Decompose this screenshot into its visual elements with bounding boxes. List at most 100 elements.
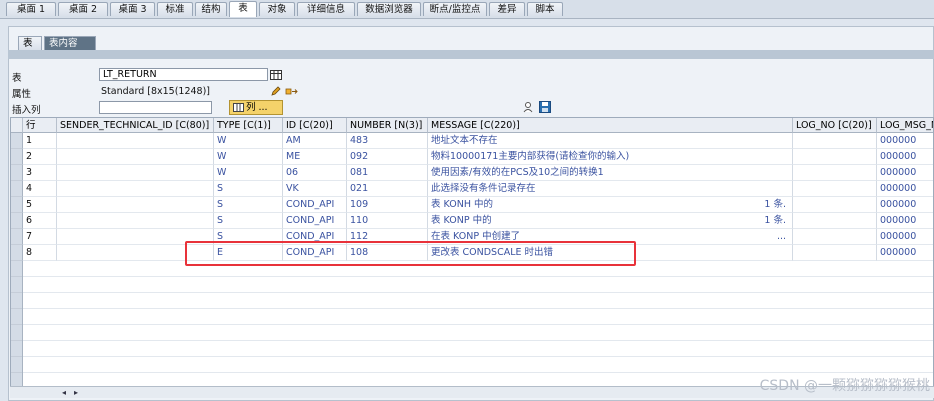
type-cell[interactable]: W xyxy=(214,133,283,149)
tab-breakpoints[interactable]: 断点/监控点 xyxy=(423,2,487,16)
table-label: 表 xyxy=(12,73,22,84)
tab-desktop-3[interactable]: 桌面 3 xyxy=(110,2,155,16)
log-msg-no-cell[interactable]: 000000 xyxy=(877,149,933,165)
type-cell[interactable]: S xyxy=(214,181,283,197)
sender-cell[interactable] xyxy=(57,197,214,213)
id-cell[interactable]: VK xyxy=(283,181,347,197)
id-cell[interactable]: ME xyxy=(283,149,347,165)
pencil-icon[interactable] xyxy=(270,85,282,97)
number-cell[interactable]: 021 xyxy=(347,181,428,197)
message-text: 表 KONH 中的 xyxy=(431,199,493,210)
log-no-cell[interactable] xyxy=(793,245,877,261)
id-cell[interactable]: 06 xyxy=(283,165,347,181)
tab-standard[interactable]: 标准 xyxy=(157,2,193,16)
col-header-type[interactable]: TYPE [C(1)] xyxy=(214,118,283,133)
number-cell[interactable]: 110 xyxy=(347,213,428,229)
sender-cell[interactable] xyxy=(57,213,214,229)
row-number: 2 xyxy=(23,149,57,165)
person-icon[interactable] xyxy=(522,101,534,113)
sender-cell[interactable] xyxy=(57,133,214,149)
id-cell[interactable]: COND_API xyxy=(283,213,347,229)
scroll-right-icon[interactable]: ▸ xyxy=(74,388,78,397)
log-msg-no-cell[interactable]: 000000 xyxy=(877,197,933,213)
log-msg-no-cell[interactable]: 000000 xyxy=(877,229,933,245)
id-cell[interactable]: AM xyxy=(283,133,347,149)
col-header-message[interactable]: MESSAGE [C(220)] xyxy=(428,118,793,133)
log-no-cell[interactable] xyxy=(793,197,877,213)
message-cell[interactable]: 此选择没有条件记录存在 xyxy=(428,181,793,197)
tab-object[interactable]: 对象 xyxy=(259,2,295,16)
message-cell[interactable]: 表 KONH 中的 1 条. xyxy=(428,197,793,213)
scroll-left-icon[interactable]: ◂ xyxy=(62,388,66,397)
insert-column-input[interactable] xyxy=(99,101,212,114)
row-selector[interactable] xyxy=(11,213,23,229)
log-no-cell[interactable] xyxy=(793,229,877,245)
log-no-cell[interactable] xyxy=(793,181,877,197)
message-cell[interactable]: 物料10000171主要内部获得(请检查你的输入) xyxy=(428,149,793,165)
col-header-id[interactable]: ID [C(20)] xyxy=(283,118,347,133)
number-cell[interactable]: 092 xyxy=(347,149,428,165)
tab-desktop-2[interactable]: 桌面 2 xyxy=(58,2,108,16)
object-icon[interactable] xyxy=(285,85,298,97)
number-cell[interactable]: 483 xyxy=(347,133,428,149)
log-msg-no-cell[interactable]: 000000 xyxy=(877,213,933,229)
number-cell[interactable]: 109 xyxy=(347,197,428,213)
col-header-log-msg-no[interactable]: LOG_MSG_NO xyxy=(877,118,933,133)
log-no-cell[interactable] xyxy=(793,149,877,165)
type-cell[interactable]: W xyxy=(214,165,283,181)
empty-row-selectors xyxy=(11,261,23,386)
tab-diff[interactable]: 差异 xyxy=(489,2,525,16)
message-tail: 1 条. xyxy=(764,199,786,210)
tab-data-browser[interactable]: 数据浏览器 xyxy=(357,2,421,16)
row-selector[interactable] xyxy=(11,229,23,245)
table-name-input[interactable]: LT_RETURN xyxy=(99,68,268,81)
table-grid-icon[interactable] xyxy=(270,69,282,81)
row-selector[interactable] xyxy=(11,245,23,261)
sender-cell[interactable] xyxy=(57,149,214,165)
col-header-sender[interactable]: SENDER_TECHNICAL_ID [C(80)] xyxy=(57,118,214,133)
type-cell[interactable]: S xyxy=(214,213,283,229)
message-cell[interactable]: 地址文本不存在 xyxy=(428,133,793,149)
log-msg-no-cell[interactable]: 000000 xyxy=(877,165,933,181)
row-selector[interactable] xyxy=(11,149,23,165)
watermark: CSDN @一颗猕猕猕猕猴桃 xyxy=(759,378,930,394)
col-header-number[interactable]: NUMBER [N(3)] xyxy=(347,118,428,133)
tab-structure[interactable]: 结构 xyxy=(195,2,227,16)
type-cell[interactable]: S xyxy=(214,197,283,213)
sender-cell[interactable] xyxy=(57,181,214,197)
col-header-row[interactable]: 行 xyxy=(23,118,57,133)
log-no-cell[interactable] xyxy=(793,165,877,181)
column-grid-icon xyxy=(233,103,244,116)
message-tail: ... xyxy=(776,231,786,242)
col-header-log-no[interactable]: LOG_NO [C(20)] xyxy=(793,118,877,133)
save-icon[interactable] xyxy=(539,101,551,113)
select-all-corner[interactable] xyxy=(11,118,23,133)
subtab-table-content[interactable]: 表内容 xyxy=(44,36,96,50)
tab-script[interactable]: 脚本 xyxy=(527,2,563,16)
log-no-cell[interactable] xyxy=(793,213,877,229)
row-selector[interactable] xyxy=(11,165,23,181)
row-number: 6 xyxy=(23,213,57,229)
attribute-label: 属性 xyxy=(12,89,32,100)
number-cell[interactable]: 081 xyxy=(347,165,428,181)
log-msg-no-cell[interactable]: 000000 xyxy=(877,133,933,149)
message-cell[interactable]: 表 KONP 中的 1 条. xyxy=(428,213,793,229)
row-number: 5 xyxy=(23,197,57,213)
id-cell[interactable]: COND_API xyxy=(283,197,347,213)
type-cell[interactable]: W xyxy=(214,149,283,165)
row-selector[interactable] xyxy=(11,197,23,213)
log-msg-no-cell[interactable]: 000000 xyxy=(877,181,933,197)
row-selector[interactable] xyxy=(11,133,23,149)
tab-detail[interactable]: 详细信息 xyxy=(297,2,355,16)
log-msg-no-cell[interactable]: 000000 xyxy=(877,245,933,261)
tab-desktop-1[interactable]: 桌面 1 xyxy=(6,2,56,16)
column-button[interactable]: 列 ... xyxy=(229,100,283,115)
tab-table[interactable]: 表 xyxy=(229,1,257,17)
message-cell[interactable]: 使用因素/有效的在PCS及10之间的转换1 xyxy=(428,165,793,181)
sender-cell[interactable] xyxy=(57,165,214,181)
log-no-cell[interactable] xyxy=(793,133,877,149)
row-number: 3 xyxy=(23,165,57,181)
subtab-table[interactable]: 表 xyxy=(18,36,42,50)
insert-column-label: 插入列 xyxy=(12,105,41,116)
row-selector[interactable] xyxy=(11,181,23,197)
